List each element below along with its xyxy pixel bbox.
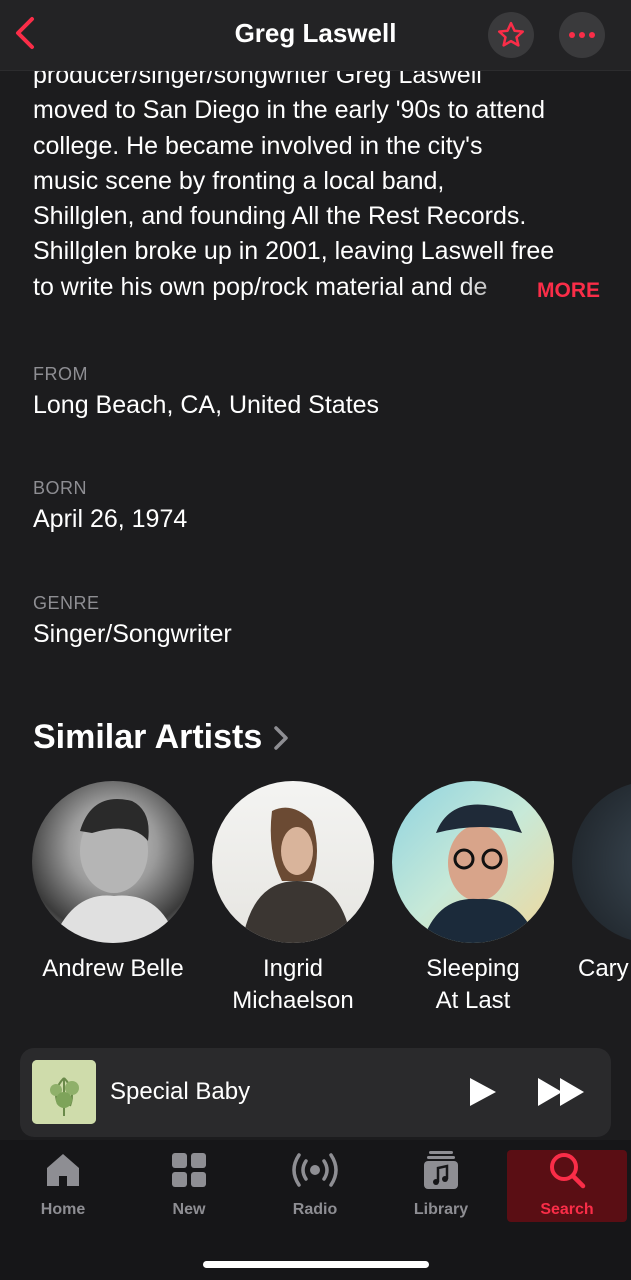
artist-name-line2: At Last: [435, 987, 511, 1014]
artist-avatar: [212, 781, 374, 943]
album-artwork: [32, 1060, 96, 1124]
favorite-button[interactable]: [488, 12, 534, 58]
tab-label: Home: [40, 1201, 86, 1218]
born-label: BORN: [33, 478, 88, 498]
tab-label: Radio: [292, 1201, 338, 1218]
fast-forward-icon: [538, 1078, 584, 1106]
genre-label: GENRE: [33, 593, 100, 613]
grid-icon: [172, 1153, 206, 1187]
artist-name: Ingrid: [262, 955, 324, 982]
artist-name: Andrew Belle: [42, 955, 184, 982]
page-title: Greg Laswell: [234, 18, 397, 48]
ellipsis-icon: [569, 32, 595, 38]
mini-player[interactable]: Special Baby: [20, 1048, 611, 1137]
similar-artist-card[interactable]: Sleeping At Last: [383, 781, 563, 1017]
similar-artist-card[interactable]: Ingrid Michaelson: [203, 781, 383, 1017]
tab-library[interactable]: Library: [381, 1150, 501, 1222]
home-icon: [47, 1154, 79, 1186]
tab-bar: Home New Radio Library Search: [0, 1140, 631, 1280]
now-playing-title: Special Baby: [110, 1078, 251, 1105]
play-button[interactable]: [464, 1074, 500, 1110]
artist-avatar: [572, 781, 631, 943]
similar-artists-title: Similar Artists: [33, 718, 263, 756]
search-icon: [550, 1153, 586, 1189]
from-label: FROM: [33, 364, 88, 384]
radio-icon: [292, 1153, 338, 1187]
tab-home[interactable]: Home: [3, 1150, 123, 1222]
similar-artist-card[interactable]: Andrew Belle: [23, 781, 203, 985]
play-icon: [470, 1078, 496, 1106]
artist-name-line2: Michaelson: [232, 987, 354, 1014]
tab-label: New: [172, 1201, 206, 1218]
chevron-right-icon: [274, 725, 289, 750]
artist-avatar: [32, 781, 194, 943]
next-track-button[interactable]: [536, 1074, 588, 1110]
bio-line: music scene by fronting a local band,: [33, 166, 445, 195]
artist-name: Cary: [578, 955, 629, 982]
nav-header: Greg Laswell: [0, 0, 631, 71]
bio-line: to write his own pop/rock material and d…: [33, 270, 603, 305]
tab-label: Search: [540, 1201, 594, 1218]
artist-avatar: [392, 781, 554, 943]
similar-artist-card[interactable]: Cary: [563, 781, 631, 985]
more-options-button[interactable]: [559, 12, 605, 58]
bio-line: college. He became involved in the city'…: [33, 131, 483, 160]
genre-value: Singer/Songwriter: [33, 620, 232, 648]
library-icon: [424, 1151, 458, 1189]
artist-bio: producer/singer/songwriter Greg Laswell …: [33, 58, 603, 305]
star-icon: [498, 21, 524, 47]
from-value: Long Beach, CA, United States: [33, 391, 380, 419]
tab-new[interactable]: New: [129, 1150, 249, 1222]
artist-name: Sleeping: [426, 955, 520, 982]
similar-artists-header[interactable]: Similar Artists: [33, 718, 290, 757]
tab-label: Library: [413, 1201, 469, 1218]
tab-radio[interactable]: Radio: [255, 1150, 375, 1222]
born-value: April 26, 1974: [33, 505, 188, 533]
home-indicator[interactable]: [203, 1261, 429, 1268]
bio-line: moved to San Diego in the early '90s to …: [33, 96, 546, 125]
bio-line: Shillglen broke up in 2001, leaving Lasw…: [33, 237, 555, 266]
tab-search[interactable]: Search: [507, 1150, 627, 1222]
bio-more-link[interactable]: MORE: [537, 279, 600, 303]
bio-line: Shillglen, and founding All the Rest Rec…: [33, 202, 527, 231]
